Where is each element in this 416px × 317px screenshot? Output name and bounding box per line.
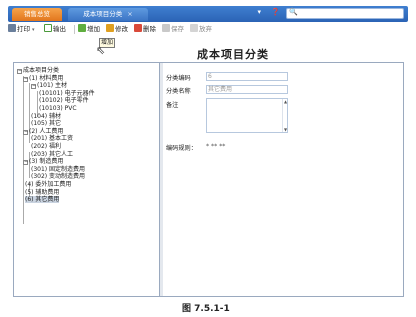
tab-cost-item-category[interactable]: 成本项目分类 × xyxy=(68,8,148,21)
chevron-down-icon[interactable]: ▾ xyxy=(32,27,35,33)
remark-textarea[interactable]: ▲ ▼ xyxy=(206,98,288,133)
delete-button[interactable]: 删除 xyxy=(134,24,156,35)
toolbar-divider xyxy=(74,25,75,34)
toolbar: 打印 ▾ 输出 增加 修改 删除 保存 放弃 xyxy=(8,23,408,36)
tree-node-6-selected[interactable]: (6) 其它费用 xyxy=(25,196,60,204)
tab-bar: 销售总览 成本项目分类 × ▾ ❓ 🔍 xyxy=(8,6,408,22)
remark-scrollbar[interactable]: ▲ ▼ xyxy=(282,99,287,132)
tree-node-10103[interactable]: (10103) PVC xyxy=(39,105,77,113)
tree-node-201[interactable]: (201) 基本工资 xyxy=(31,135,73,143)
mouse-cursor-icon: ⇖ xyxy=(96,44,106,57)
rule-label: 编码规则： xyxy=(166,145,197,152)
save-button[interactable]: 保存 xyxy=(162,24,184,35)
collapse-toggle[interactable]: − xyxy=(23,129,28,135)
tab-label: 成本项目分类 xyxy=(83,10,123,18)
search-input[interactable]: 🔍 xyxy=(286,8,404,19)
window-controls[interactable]: ▾ ❓ xyxy=(258,8,284,16)
tree-node-105[interactable]: (105) 其它 xyxy=(31,120,61,128)
collapse-toggle[interactable]: − xyxy=(23,160,28,166)
figure-caption: 图 7.5.1-1 xyxy=(182,304,230,314)
category-tree-pane: −成本项目分类 −(1) 材料费用 −(101) 主材 (10101) 电子元器… xyxy=(14,63,160,296)
search-icon: 🔍 xyxy=(289,8,298,16)
print-button[interactable]: 打印 ▾ xyxy=(8,24,35,35)
main-panel: −成本项目分类 −(1) 材料费用 −(101) 主材 (10101) 电子元器… xyxy=(13,62,404,297)
tree-node-101[interactable]: −(101) 主材 xyxy=(31,82,67,90)
delete-label: 删除 xyxy=(143,25,156,33)
discard-label: 放弃 xyxy=(199,25,212,33)
tree-node-4[interactable]: (4) 委外加工费用 xyxy=(25,181,71,189)
export-button[interactable]: 输出 xyxy=(44,24,66,35)
edit-button[interactable]: 修改 xyxy=(106,24,128,35)
tree-node-3[interactable]: −(3) 制造费用 xyxy=(23,158,63,166)
code-label: 分类编码 xyxy=(166,75,191,82)
edit-label: 修改 xyxy=(115,25,128,33)
name-label: 分类名称 xyxy=(166,88,191,95)
rule-value: * ** ** xyxy=(206,143,226,150)
add-label: 增加 xyxy=(87,25,100,33)
collapse-toggle[interactable]: − xyxy=(31,84,36,90)
print-label: 打印 xyxy=(17,25,30,33)
tree-root[interactable]: −成本项目分类 xyxy=(17,67,59,75)
save-label: 保存 xyxy=(171,25,184,33)
tree-node-302[interactable]: (302) 变动制造费用 xyxy=(31,173,85,181)
add-button[interactable]: 增加 xyxy=(78,24,100,35)
export-icon xyxy=(44,24,52,32)
tab-label: 销售总览 xyxy=(24,10,50,18)
collapse-toggle[interactable]: − xyxy=(17,69,22,74)
scroll-up-icon[interactable]: ▲ xyxy=(283,99,288,104)
export-label: 输出 xyxy=(53,25,66,33)
discard-icon xyxy=(190,24,198,32)
add-icon xyxy=(78,24,86,32)
tree-node-10102[interactable]: (10102) 电子零件 xyxy=(39,97,89,105)
remark-label: 备注 xyxy=(166,102,179,109)
pencil-icon xyxy=(106,24,114,32)
pane-splitter[interactable] xyxy=(160,63,163,296)
page-title: 成本项目分类 xyxy=(197,48,269,61)
code-field[interactable]: 6 xyxy=(206,72,288,81)
save-icon xyxy=(162,24,170,32)
tab-sales-overview[interactable]: 销售总览 xyxy=(12,8,62,21)
tree-node-202[interactable]: (202) 福利 xyxy=(31,143,61,151)
scroll-down-icon[interactable]: ▼ xyxy=(283,127,288,132)
collapse-toggle[interactable]: − xyxy=(23,76,28,82)
close-icon[interactable]: × xyxy=(127,10,132,18)
printer-icon xyxy=(8,24,16,32)
discard-button[interactable]: 放弃 xyxy=(190,24,212,35)
delete-icon xyxy=(134,24,142,32)
name-field[interactable]: 其它费用 xyxy=(206,85,288,94)
